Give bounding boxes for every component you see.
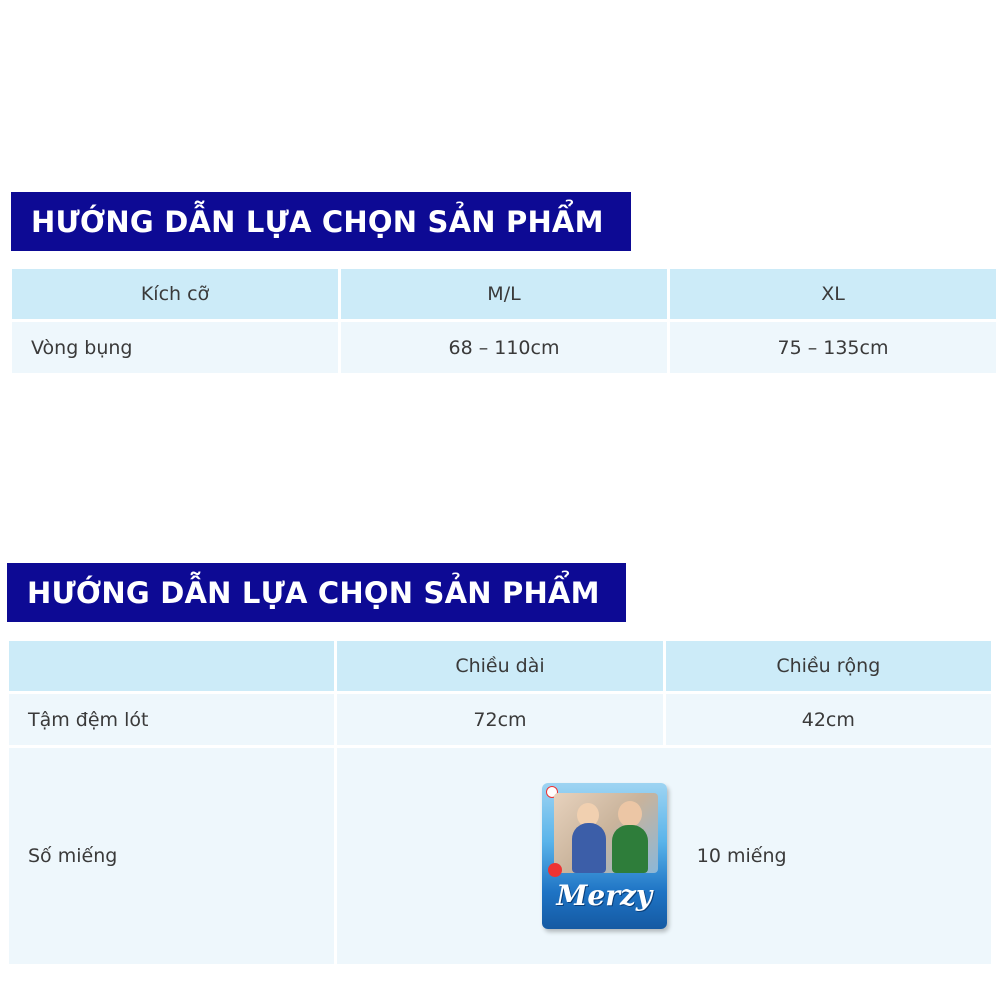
row-label-waist: Vòng bụng <box>12 322 338 373</box>
pad-guide-table: Chiều dài Chiều rộng Tậm đệm lót 72cm 42… <box>6 638 994 967</box>
size-guide-table: Kích cỡ M/L XL Vòng bụng 68 – 110cm 75 –… <box>9 266 999 376</box>
row-label-count: Số miếng <box>9 748 335 964</box>
cell-waist-xl: 75 – 135cm <box>670 322 996 373</box>
table-header-row: Chiều dài Chiều rộng <box>9 641 991 691</box>
product-package-image: Merzy <box>541 783 667 929</box>
section1-title-banner: HƯỚNG DẪN LỰA CHỌN SẢN PHẨM <box>11 192 631 251</box>
product-count-cell: Merzy 10 miếng <box>337 748 991 964</box>
table-header-row: Kích cỡ M/L XL <box>12 269 996 319</box>
table-row: Số miếng Merzy 10 miếng <box>9 748 991 964</box>
header-cell-empty <box>9 641 335 691</box>
header-cell-width: Chiều rộng <box>665 641 991 691</box>
cell-pad-width: 42cm <box>665 694 991 745</box>
row-label-pad: Tậm đệm lót <box>9 694 335 745</box>
section1-title: HƯỚNG DẪN LỰA CHỌN SẢN PHẨM <box>31 204 604 239</box>
section2-title-banner: HƯỚNG DẪN LỰA CHỌN SẢN PHẨM <box>7 563 626 622</box>
header-cell-xl: XL <box>670 269 996 319</box>
header-cell-ml: M/L <box>341 269 667 319</box>
table-row: Vòng bụng 68 – 110cm 75 – 135cm <box>12 322 996 373</box>
header-cell-size: Kích cỡ <box>12 269 338 319</box>
product-logo: Merzy <box>556 879 653 912</box>
cell-pad-length: 72cm <box>337 694 663 745</box>
cell-waist-ml: 68 – 110cm <box>341 322 667 373</box>
table-row: Tậm đệm lót 72cm 42cm <box>9 694 991 745</box>
header-cell-length: Chiều dài <box>337 641 663 691</box>
section2-title: HƯỚNG DẪN LỰA CHỌN SẢN PHẨM <box>27 575 600 610</box>
seal-icon <box>547 863 562 877</box>
piece-count: 10 miếng <box>696 845 787 867</box>
